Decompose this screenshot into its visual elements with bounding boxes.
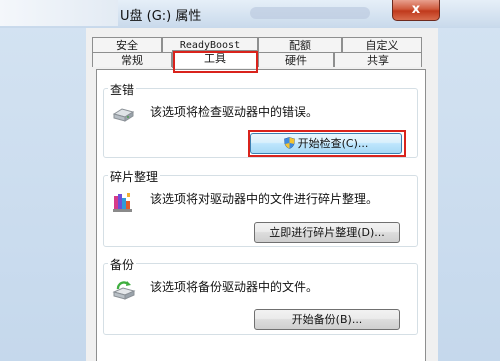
window-title: U盘 (G:) 属性: [120, 9, 202, 24]
defragment-now-button[interactable]: 立即进行碎片整理(D)...: [254, 222, 400, 243]
description: 该选项将对驱动器中的文件进行碎片整理。: [150, 192, 379, 206]
group-title: 碎片整理: [108, 168, 161, 185]
drive-icon: [112, 108, 134, 122]
backup-icon: [112, 281, 136, 300]
tab-sharing[interactable]: 共享: [334, 52, 422, 67]
tab-general[interactable]: 常规: [92, 52, 172, 67]
description: 该选项将检查驱动器中的错误。: [150, 105, 319, 119]
highlight-box: [248, 130, 406, 157]
highlight-box: [173, 51, 258, 73]
description: 该选项将备份驱动器中的文件。: [150, 280, 319, 294]
blurred-area: [250, 7, 370, 19]
blurred-area: [0, 0, 118, 26]
tab-hardware[interactable]: 硬件: [258, 52, 334, 67]
group-title: 备份: [108, 256, 137, 273]
defrag-icon: [113, 193, 132, 212]
close-icon: x: [411, 2, 421, 17]
close-button[interactable]: x: [392, 0, 440, 21]
tab-customize[interactable]: 自定义: [342, 37, 422, 52]
tab-quota[interactable]: 配额: [258, 37, 342, 52]
group-title: 查错: [108, 81, 137, 98]
backup-now-button[interactable]: 开始备份(B)...: [254, 309, 400, 330]
tab-security[interactable]: 安全: [92, 37, 162, 52]
